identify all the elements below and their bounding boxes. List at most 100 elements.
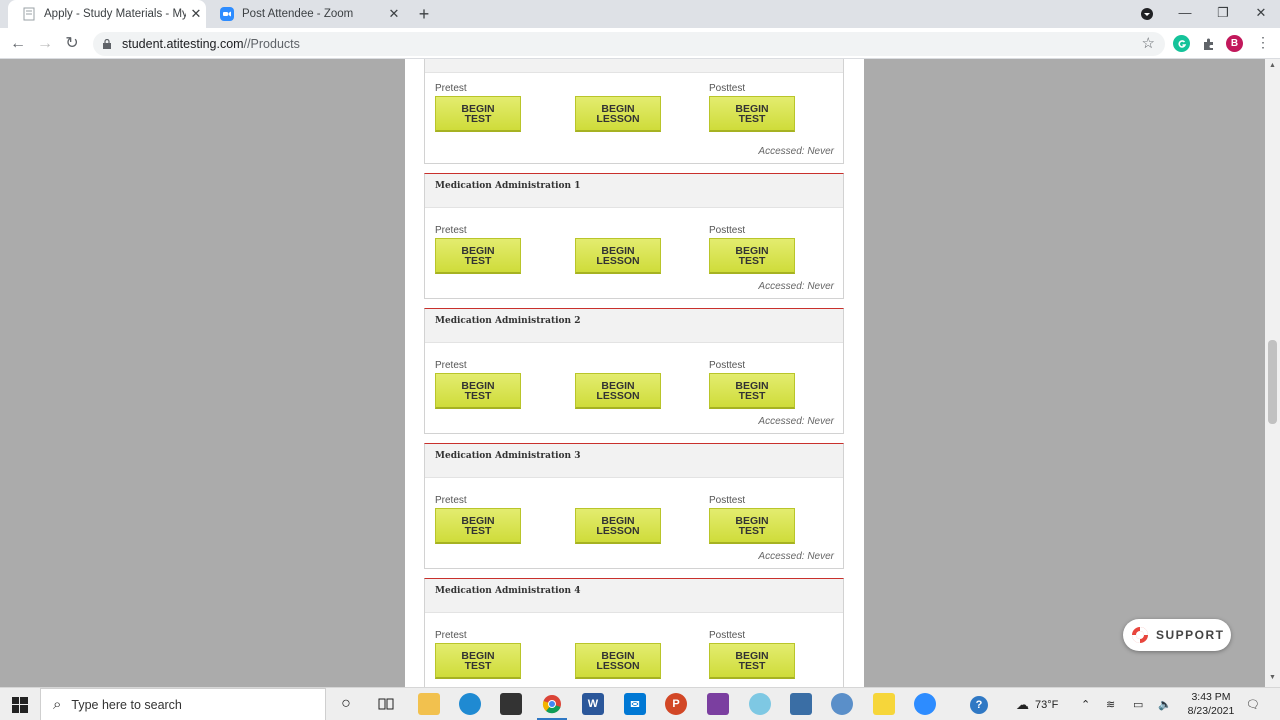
reload-icon[interactable]: ↻ <box>61 33 83 55</box>
button-label: BEGIN TEST <box>461 516 494 537</box>
begin-lesson-button[interactable]: BEGIN LESSON <box>575 373 661 409</box>
scroll-up-arrow-icon[interactable]: ▲ <box>1265 62 1280 69</box>
minimize-button[interactable]: — <box>1166 0 1204 28</box>
profile-avatar[interactable]: B <box>1226 35 1243 52</box>
button-label: BEGIN LESSON <box>596 104 639 125</box>
begin-lesson-button[interactable]: BEGIN LESSON <box>575 643 661 679</box>
posttest-label: Posttest <box>709 225 746 236</box>
begin-lesson-button[interactable]: BEGIN LESSON <box>575 508 661 544</box>
begin-pretest-button[interactable]: BEGIN TEST <box>435 96 521 132</box>
accessed-status: Accessed: Never <box>758 281 834 292</box>
product-module: Medication Administration 4 Pretest Post… <box>424 578 844 687</box>
weather-widget[interactable]: ☁ 73°F <box>1016 688 1058 720</box>
button-label: BEGIN TEST <box>735 104 768 125</box>
edge-icon[interactable] <box>459 693 481 715</box>
system-clock[interactable]: 3:43 PM 8/23/2021 <box>1183 690 1239 718</box>
grammarly-extension-icon[interactable] <box>1173 35 1190 52</box>
begin-pretest-button[interactable]: BEGIN TEST <box>435 373 521 409</box>
module-title: Medication Administration 4 <box>435 586 581 596</box>
powerpoint-icon[interactable]: P <box>665 693 687 715</box>
button-line: TEST <box>464 660 492 672</box>
page-scrollbar[interactable]: ▲ ▼ <box>1265 59 1280 687</box>
help-icon[interactable]: ? <box>970 688 988 720</box>
windows-start-icon[interactable] <box>0 688 40 720</box>
begin-lesson-button[interactable]: BEGIN LESSON <box>575 238 661 274</box>
posttest-label: Posttest <box>709 630 746 641</box>
module-title: Medication Administration 2 <box>435 316 581 326</box>
chrome-icon[interactable] <box>541 693 563 715</box>
scrollbar-thumb[interactable] <box>1268 340 1277 424</box>
button-label: BEGIN TEST <box>461 104 494 125</box>
begin-posttest-button[interactable]: BEGIN TEST <box>709 96 795 132</box>
button-line: TEST <box>464 390 492 402</box>
volume-icon[interactable]: 🔈 <box>1158 688 1172 720</box>
begin-pretest-button[interactable]: BEGIN TEST <box>435 508 521 544</box>
search-icon: ⌕ <box>53 696 62 713</box>
support-label: SUPPORT <box>1156 628 1225 642</box>
begin-posttest-button[interactable]: BEGIN TEST <box>709 508 795 544</box>
product-module-partial: Pretest Posttest BEGIN TEST BEGIN LESSON B… <box>424 59 844 164</box>
begin-pretest-button[interactable]: BEGIN TEST <box>435 643 521 679</box>
new-tab-button[interactable]: + <box>414 4 434 24</box>
begin-posttest-button[interactable]: BEGIN TEST <box>709 238 795 274</box>
taskbar-search-box[interactable]: ⌕ Type here to search <box>40 688 326 720</box>
begin-lesson-button[interactable]: BEGIN LESSON <box>575 96 661 132</box>
module-header: Medication Administration 4 <box>425 579 843 613</box>
chevron-up-icon[interactable]: ⌃ <box>1081 688 1090 720</box>
temperature: 73°F <box>1035 698 1059 711</box>
forward-icon[interactable]: → <box>34 33 56 55</box>
zoom-taskbar-icon[interactable] <box>914 693 936 715</box>
button-line: LESSON <box>596 525 640 537</box>
word-icon[interactable]: W <box>582 693 604 715</box>
module-header: Medication Administration 1 <box>425 174 843 208</box>
button-label: BEGIN LESSON <box>596 246 640 267</box>
internet-explorer-icon[interactable] <box>749 693 771 715</box>
mail-icon[interactable]: ✉ <box>624 693 646 715</box>
wifi-icon[interactable]: ≋ <box>1106 688 1115 720</box>
notifications-icon[interactable]: 🗨 <box>1246 688 1260 720</box>
posttest-label: Posttest <box>709 83 746 94</box>
product-module: Medication Administration 2 Pretest Post… <box>424 308 844 434</box>
begin-pretest-button[interactable]: BEGIN TEST <box>435 238 521 274</box>
back-icon[interactable]: ← <box>7 33 29 55</box>
pretest-label: Pretest <box>435 630 467 641</box>
button-label: BEGIN LESSON <box>596 381 639 402</box>
restore-button[interactable]: ❐ <box>1204 0 1242 28</box>
extensions-puzzle-icon[interactable] <box>1200 35 1217 52</box>
onenote-icon[interactable] <box>707 693 729 715</box>
address-bar[interactable]: student.atitesting.com//Products ☆ <box>93 32 1165 56</box>
button-label: BEGIN TEST <box>461 381 494 402</box>
scroll-down-arrow-icon[interactable]: ▼ <box>1265 674 1280 681</box>
store-icon[interactable] <box>500 693 522 715</box>
begin-posttest-button[interactable]: BEGIN TEST <box>709 643 795 679</box>
button-line: TEST <box>464 525 492 537</box>
url-path: //Products <box>243 37 300 51</box>
lifebuoy-icon <box>1132 627 1148 643</box>
bookmark-star-icon[interactable]: ☆ <box>1142 34 1155 52</box>
cortana-icon[interactable]: ○ <box>335 693 357 715</box>
button-label: BEGIN TEST <box>461 246 494 267</box>
sticky-notes-icon[interactable] <box>873 693 895 715</box>
button-label: BEGIN LESSON <box>596 516 640 537</box>
globe-icon[interactable] <box>831 693 853 715</box>
close-window-button[interactable]: ✕ <box>1242 0 1280 28</box>
tab-zoom[interactable]: Post Attendee - Zoom ✕ <box>206 0 404 28</box>
close-tab-icon[interactable]: ✕ <box>384 6 404 22</box>
close-tab-icon[interactable]: ✕ <box>186 6 206 22</box>
accessed-status: Accessed: Never <box>758 416 834 427</box>
url-host: student.atitesting.com <box>122 37 244 51</box>
tab-study-materials[interactable]: Apply - Study Materials - My ATI ✕ <box>8 0 206 28</box>
posttest-label: Posttest <box>709 495 746 506</box>
button-line: TEST <box>738 255 766 267</box>
begin-posttest-button[interactable]: BEGIN TEST <box>709 373 795 409</box>
support-button[interactable]: SUPPORT <box>1123 619 1231 651</box>
button-line: LESSON <box>596 255 640 267</box>
task-view-icon[interactable] <box>375 693 397 715</box>
browser-menu-icon[interactable]: ⋮ <box>1256 34 1270 51</box>
file-explorer-icon[interactable] <box>418 693 440 715</box>
photos-icon[interactable] <box>790 693 812 715</box>
battery-icon[interactable]: ▭ <box>1133 688 1143 720</box>
pretest-label: Pretest <box>435 83 467 94</box>
button-label: BEGIN LESSON <box>596 651 639 672</box>
tab-search-icon[interactable] <box>1128 0 1166 28</box>
